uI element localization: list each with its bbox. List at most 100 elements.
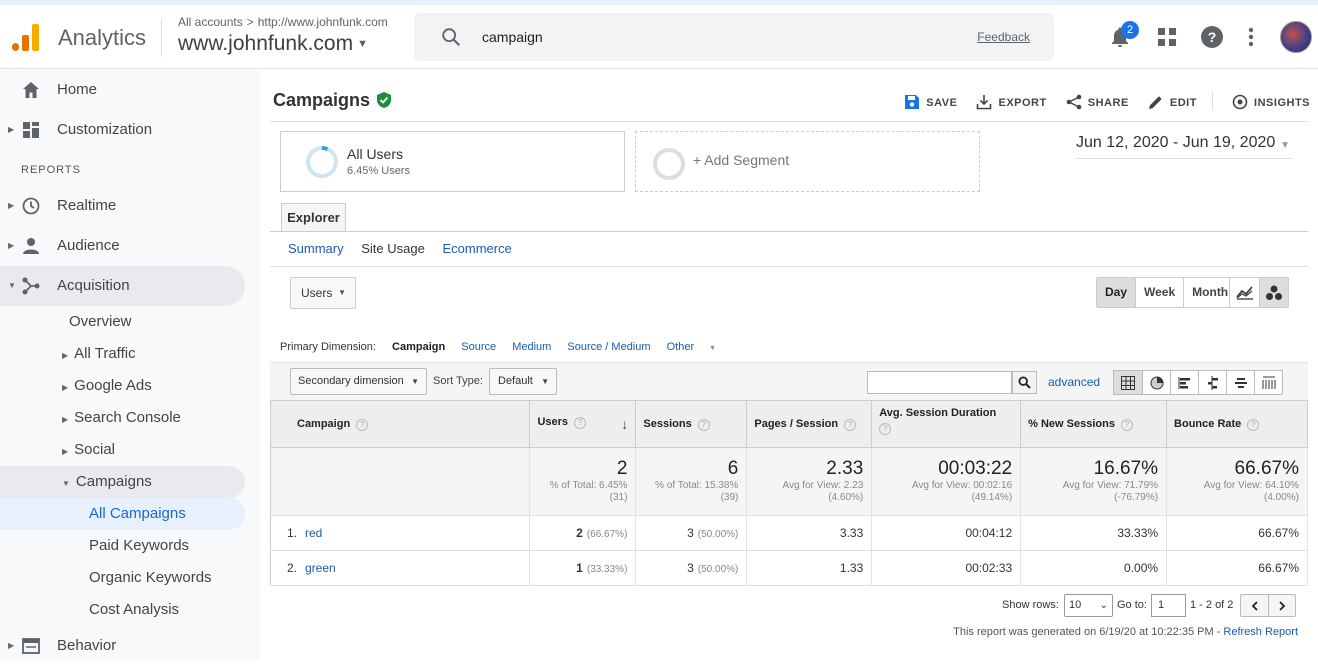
pie-icon — [1150, 376, 1163, 389]
sidebar-item-realtime[interactable]: ▶ Realtime — [0, 186, 245, 226]
sidebar-item-audience[interactable]: ▶ Audience — [0, 226, 245, 266]
motion-chart-button[interactable] — [1259, 278, 1288, 307]
col-pages-session-header[interactable]: Pages / Session? — [746, 400, 873, 448]
add-segment-button[interactable]: + Add Segment — [635, 131, 980, 192]
clock-icon — [22, 197, 40, 215]
table-filter-input[interactable] — [867, 371, 1012, 394]
metric-select[interactable]: Users ▼ — [290, 277, 356, 309]
save-button[interactable]: SAVE — [904, 94, 957, 110]
sidebar-item-google-ads[interactable]: ▶ Google Ads — [62, 370, 152, 402]
more-vert-icon[interactable] — [1243, 25, 1259, 49]
help-icon[interactable]: ? — [356, 418, 369, 431]
col-new-sessions-header[interactable]: % New Sessions? — [1020, 400, 1168, 448]
next-page-button[interactable] — [1268, 595, 1295, 616]
export-button[interactable]: EXPORT — [976, 94, 1046, 110]
help-icon[interactable]: ? — [1200, 25, 1224, 49]
sidebar-item-social[interactable]: ▶ Social — [62, 434, 115, 466]
percentage-view-button[interactable] — [1142, 371, 1170, 394]
dimension-medium[interactable]: Medium — [512, 341, 551, 353]
subtab-site-usage[interactable]: Site Usage — [361, 241, 425, 256]
tab-explorer[interactable]: Explorer — [281, 203, 346, 232]
breadcrumb-site[interactable]: http://www.johnfunk.com — [258, 15, 388, 29]
breadcrumb-root[interactable]: All accounts — [178, 15, 243, 29]
sidebar-item-customization[interactable]: ▶ Customization — [0, 110, 245, 150]
prev-page-button[interactable] — [1241, 595, 1268, 616]
help-icon[interactable]: ? — [1120, 418, 1133, 431]
comparison-view-button[interactable] — [1198, 371, 1226, 394]
sidebar-item-campaigns[interactable]: ▼ Campaigns — [0, 466, 245, 498]
share-button[interactable]: SHARE — [1066, 94, 1129, 110]
col-users-header[interactable]: Users? ↓ — [529, 400, 637, 448]
sidebar-item-acquisition[interactable]: ▼ Acquisition — [0, 266, 245, 306]
dimension-source-medium[interactable]: Source / Medium — [567, 341, 650, 353]
grid-icon — [1121, 375, 1135, 390]
sidebar-item-cost-analysis[interactable]: Cost Analysis — [89, 594, 179, 626]
dimension-campaign[interactable]: Campaign — [392, 341, 445, 353]
col-bounce-rate-header[interactable]: Bounce Rate? — [1166, 400, 1308, 448]
edit-button[interactable]: EDIT — [1148, 94, 1197, 110]
search-icon — [1018, 376, 1031, 389]
expand-arrow-icon: ▶ — [8, 201, 15, 210]
subtab-summary[interactable]: Summary — [288, 241, 344, 256]
search-bar[interactable]: campaign Feedback — [414, 13, 1054, 61]
dimension-source[interactable]: Source — [461, 341, 496, 353]
help-icon[interactable]: ? — [879, 423, 892, 435]
total-note: % of Total: 6.45% — [549, 480, 628, 491]
dimension-other[interactable]: Other ▼ — [667, 341, 729, 353]
apps-grid-icon[interactable] — [1158, 28, 1176, 46]
filter-search-button[interactable] — [1012, 371, 1037, 394]
sidebar-item-behavior[interactable]: ▶ Behavior — [0, 626, 245, 666]
sidebar-item-search-console[interactable]: ▶ Search Console — [62, 402, 181, 434]
search-input[interactable]: campaign — [482, 29, 543, 45]
sidebar-item-label: Google Ads — [74, 377, 152, 394]
line-chart-button[interactable] — [1230, 278, 1259, 307]
cell-percent: (66.67%) — [586, 529, 628, 540]
advanced-filter-link[interactable]: advanced — [1048, 375, 1100, 389]
goto-page-input[interactable]: 1 — [1151, 594, 1186, 617]
sidebar-item-home[interactable]: Home — [0, 70, 245, 110]
account-selector[interactable]: www.johnfunk.com ▼ — [178, 32, 368, 56]
period-week-button[interactable]: Week — [1135, 278, 1183, 307]
expand-arrow-icon: ▶ — [62, 351, 69, 360]
secondary-dimension-select[interactable]: Secondary dimension ▼ — [290, 368, 427, 395]
campaign-link[interactable]: green — [305, 561, 336, 575]
subtab-ecommerce[interactable]: Ecommerce — [442, 241, 511, 256]
help-icon[interactable]: ? — [844, 418, 857, 431]
dashboard-icon — [23, 122, 39, 138]
breadcrumb[interactable]: All accounts > http://www.johnfunk.com — [178, 15, 388, 29]
sidebar-item-label: All Traffic — [74, 345, 136, 362]
performance-view-button[interactable] — [1170, 371, 1198, 394]
sort-type-label: Sort Type: — [433, 375, 483, 387]
campaign-link[interactable]: red — [305, 526, 322, 540]
help-icon[interactable]: ? — [697, 418, 710, 431]
sidebar-item-label: Customization — [57, 121, 153, 138]
col-avg-duration-header[interactable]: Avg. Session Duration? — [871, 400, 1022, 448]
sort-type-select[interactable]: Default ▼ — [489, 368, 557, 395]
chevron-down-icon: ▼ — [357, 38, 368, 51]
date-range-text: Jun 12, 2020 - Jun 19, 2020 — [1076, 134, 1276, 151]
insights-button[interactable]: INSIGHTS — [1232, 94, 1310, 110]
verified-shield-icon — [377, 92, 392, 108]
header-label: % New Sessions — [1028, 417, 1115, 430]
total-note-2: (39) — [720, 492, 739, 503]
period-day-button[interactable]: Day — [1097, 278, 1136, 307]
sidebar-item-all-campaigns[interactable]: All Campaigns — [0, 498, 245, 530]
help-icon[interactable]: ? — [574, 417, 587, 429]
col-sessions-header[interactable]: Sessions? — [635, 400, 748, 448]
help-icon[interactable]: ? — [1247, 418, 1260, 431]
col-campaign-header[interactable]: Campaign? — [269, 400, 531, 448]
pivot-view-button[interactable] — [1254, 371, 1282, 394]
sidebar-item-overview[interactable]: Overview — [69, 306, 132, 338]
refresh-report-link[interactable]: Refresh Report — [1223, 626, 1298, 638]
segment-all-users[interactable]: All Users 6.45% Users — [280, 131, 625, 192]
feedback-link[interactable]: Feedback — [977, 30, 1030, 44]
date-range-picker[interactable]: Jun 12, 2020 - Jun 19, 2020 ▼ — [1076, 134, 1292, 159]
avatar[interactable] — [1280, 21, 1312, 53]
sidebar-item-organic-keywords[interactable]: Organic Keywords — [89, 562, 212, 594]
data-view-button[interactable] — [1114, 371, 1142, 394]
sidebar-item-paid-keywords[interactable]: Paid Keywords — [89, 530, 189, 562]
term-cloud-view-button[interactable] — [1226, 371, 1254, 394]
analytics-logo-icon[interactable] — [12, 23, 40, 51]
sidebar-item-all-traffic[interactable]: ▶ All Traffic — [62, 338, 136, 370]
show-rows-select[interactable]: 10 ⌄ — [1064, 594, 1113, 617]
